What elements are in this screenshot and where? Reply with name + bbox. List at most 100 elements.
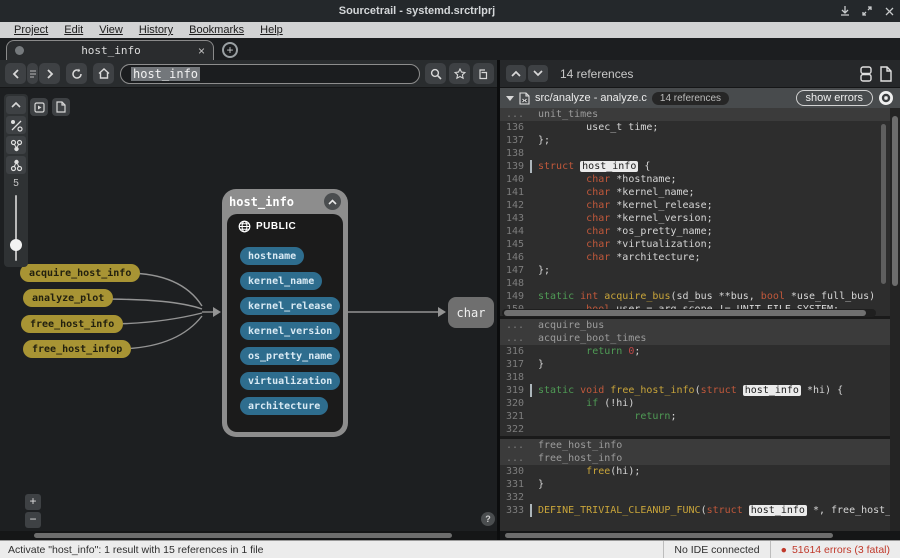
next-reference-button[interactable] [528, 65, 548, 82]
code-line[interactable]: 140 char *hostname; [500, 173, 900, 186]
menu-view[interactable]: View [99, 24, 123, 36]
panel-divider[interactable] [497, 60, 500, 540]
code-line[interactable]: 333DEFINE_TRIVIAL_CLEANUP_FUNC(struct ho… [500, 504, 900, 517]
maximize-icon[interactable] [856, 3, 878, 19]
code-line[interactable]: 316 return 0; [500, 345, 900, 358]
code-line[interactable]: 320 if (!hi) [500, 397, 900, 410]
slider-handle[interactable] [10, 239, 22, 251]
ide-status[interactable]: No IDE connected [663, 541, 769, 558]
code-line[interactable]: 322 [500, 423, 900, 436]
history-dropdown-button[interactable] [27, 63, 38, 84]
code-line[interactable]: 332 [500, 491, 900, 504]
previous-reference-button[interactable] [506, 65, 526, 82]
snippet-scope-header[interactable]: ...free_host_info [500, 452, 900, 465]
error-status[interactable]: ● 51614 errors (3 fatal) [770, 541, 900, 558]
scope-marker [530, 225, 532, 238]
member-node-kernel_version[interactable]: kernel_version [240, 322, 340, 340]
code-line[interactable]: 319static void free_host_info(struct hos… [500, 384, 900, 397]
graph-node-char[interactable]: char [448, 297, 494, 328]
code-vertical-scrollbar[interactable] [890, 108, 900, 531]
code-line[interactable]: 146 char *architecture; [500, 251, 900, 264]
collapse-file-icon[interactable] [506, 96, 514, 101]
code-line[interactable]: 147}; [500, 264, 900, 277]
member-node-kernel_release[interactable]: kernel_release [240, 297, 340, 315]
refresh-button[interactable] [66, 63, 87, 84]
menu-bookmarks[interactable]: Bookmarks [189, 24, 244, 36]
custom-trail-icon[interactable] [6, 116, 26, 134]
menu-project[interactable]: Project [14, 24, 48, 36]
menu-help[interactable]: Help [260, 24, 283, 36]
forward-button[interactable] [39, 63, 60, 84]
code-line[interactable]: 321 return; [500, 410, 900, 423]
search-button[interactable] [425, 63, 446, 84]
graph-legend-icon[interactable] [30, 98, 48, 116]
maximize-file-icon[interactable] [878, 90, 894, 106]
code-text: DEFINE_TRIVIAL_CLEANUP_FUNC(struct host_… [538, 504, 891, 517]
graph-node-analyze_plot[interactable]: analyze_plot [23, 289, 113, 307]
symbol-highlight[interactable]: host_info [749, 505, 807, 516]
menu-history[interactable]: History [139, 24, 173, 36]
menu-edit[interactable]: Edit [64, 24, 83, 36]
graph-depth-value: 5 [13, 176, 19, 191]
snippet-vertical-scrollbar[interactable] [881, 124, 886, 284]
graph-view[interactable]: 5 acquire_host_info analyze_plot free_host… [0, 88, 497, 531]
member-node-os_pretty_name[interactable]: os_pretty_name [240, 347, 340, 365]
node-collapse-icon[interactable] [324, 193, 341, 210]
code-line[interactable]: 136 usec_t time; [500, 121, 900, 134]
snippet-horizontal-scrollbar[interactable] [502, 309, 876, 317]
tab-close-icon[interactable]: × [198, 46, 205, 56]
zoom-out-button[interactable]: − [25, 512, 41, 528]
minimize-icon[interactable] [834, 3, 856, 19]
graph-horizontal-scrollbar[interactable] [0, 531, 497, 540]
search-input[interactable]: host_info [120, 64, 420, 84]
home-button[interactable] [93, 63, 114, 84]
file-header[interactable]: src/analyze - analyze.c 14 references sh… [500, 88, 900, 108]
code-line[interactable]: 318 [500, 371, 900, 384]
snippet-scope-header[interactable]: ...free_host_info [500, 439, 900, 452]
graph-help-button[interactable]: ? [481, 512, 495, 526]
code-view[interactable]: ...unit_times136 usec_t time;137};138139… [500, 108, 900, 531]
graph-depth-slider[interactable] [6, 193, 26, 265]
zoom-in-button[interactable]: + [25, 494, 41, 510]
bookmark-star-button[interactable] [449, 63, 470, 84]
show-callees-icon[interactable] [6, 156, 26, 174]
snippet-scope-header[interactable]: ...acquire_bus [500, 319, 900, 332]
code-line[interactable]: 148 [500, 277, 900, 290]
graph-node-acquire_host_info[interactable]: acquire_host_info [20, 264, 140, 282]
code-line[interactable]: 137}; [500, 134, 900, 147]
member-node-architecture[interactable]: architecture [240, 397, 328, 415]
show-errors-button[interactable]: show errors [796, 90, 873, 106]
member-node-kernel_name[interactable]: kernel_name [240, 272, 322, 290]
code-line[interactable]: 142 char *kernel_release; [500, 199, 900, 212]
code-line[interactable]: 138 [500, 147, 900, 160]
single-file-view-icon[interactable] [879, 66, 892, 82]
close-icon[interactable] [878, 3, 900, 19]
back-button[interactable] [5, 63, 26, 84]
code-line[interactable]: 149static int acquire_bus(sd_bus **bus, … [500, 290, 900, 303]
snippet-scope-header[interactable]: ...acquire_boot_times [500, 332, 900, 345]
code-line[interactable]: 330 free(hi); [500, 465, 900, 478]
new-tab-button[interactable]: + [222, 42, 238, 58]
graph-node-free_host_info[interactable]: free_host_info [21, 315, 123, 333]
code-line[interactable]: 139struct host_info { [500, 160, 900, 173]
graph-export-icon[interactable] [52, 98, 70, 116]
code-horizontal-scrollbar[interactable] [500, 531, 900, 540]
tab-host-info[interactable]: host_info × [6, 40, 214, 60]
member-node-hostname[interactable]: hostname [240, 247, 304, 265]
snippet-view-icon[interactable] [859, 66, 873, 82]
code-line[interactable]: 143 char *kernel_version; [500, 212, 900, 225]
code-line[interactable]: 331} [500, 478, 900, 491]
code-line[interactable]: 144 char *os_pretty_name; [500, 225, 900, 238]
symbol-highlight[interactable]: host_info [580, 161, 638, 172]
symbol-highlight[interactable]: host_info [743, 385, 801, 396]
show-callers-icon[interactable] [6, 136, 26, 154]
code-line[interactable]: 317} [500, 358, 900, 371]
snippet-scope-header[interactable]: ...unit_times [500, 108, 900, 121]
bookmarks-list-button[interactable] [473, 63, 494, 84]
scope-name: acquire_bus [538, 319, 604, 332]
graph-node-free_host_infop[interactable]: free_host_infop [23, 340, 131, 358]
collapse-toolbar-icon[interactable] [6, 96, 26, 114]
code-line[interactable]: 145 char *virtualization; [500, 238, 900, 251]
member-node-virtualization[interactable]: virtualization [240, 372, 340, 390]
code-line[interactable]: 141 char *kernel_name; [500, 186, 900, 199]
